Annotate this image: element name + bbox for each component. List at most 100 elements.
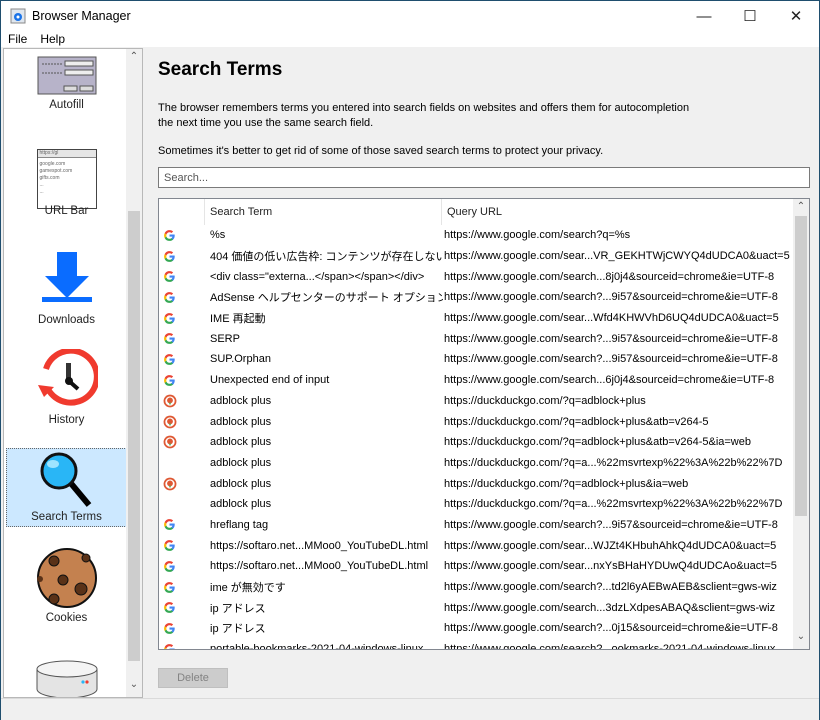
table-row[interactable]: hreflang tag https://www.google.com/searc… (159, 515, 793, 536)
google-icon (159, 374, 205, 387)
table-scrollbar[interactable]: ⌃ ⌄ (793, 199, 809, 649)
sidebar: Autofill https://gl google.com gamespot.… (3, 48, 143, 698)
cookie-icon (36, 548, 97, 608)
sidebar-label: URL Bar (44, 205, 89, 217)
sidebar-item-downloads[interactable]: Downloads (6, 247, 127, 329)
search-term-cell: ip アドレス (210, 602, 266, 615)
table-row[interactable]: adblock plus https://duckduckgo.com/?q=ad… (159, 473, 793, 494)
search-term-cell: https://softaro.net...MMoo0_YouTubeDL.ht… (210, 560, 429, 573)
query-url-cell: https://duckduckgo.com/?q=a...%22msvrtex… (444, 456, 783, 469)
table-row[interactable]: SERP https://www.google.com/search?...9i5… (159, 328, 793, 349)
table-row[interactable]: 404 価値の低い広告枠: コンテンツが存在しない https://www.goo… (159, 246, 793, 267)
scroll-down-icon[interactable]: ⌄ (126, 679, 142, 690)
title-bar: Browser Manager — ☐ ✕ (1, 1, 819, 31)
search-term-cell: portable-bookmarks-2021-04-windows-linux (210, 643, 424, 650)
search-term-cell: adblock plus (210, 394, 272, 407)
sidebar-label: Cookies (45, 612, 88, 624)
sidebar-item-autofill[interactable]: Autofill (6, 49, 127, 127)
close-button[interactable]: ✕ (773, 1, 819, 31)
table-row[interactable]: https://softaro.net...MMoo0_YouTubeDL.ht… (159, 556, 793, 577)
search-term-cell: <div class="externa...</span></span></di… (210, 270, 425, 283)
description-line-1: The browser remembers terms you entered … (158, 102, 690, 114)
search-term-cell: SUP.Orphan (210, 353, 271, 366)
column-header-query-url[interactable]: Query URL (442, 199, 793, 225)
table-row[interactable]: adblock plus https://duckduckgo.com/?q=a.… (159, 453, 793, 474)
table-row[interactable]: Unexpected end of input https://www.googl… (159, 370, 793, 391)
maximize-button[interactable]: ☐ (727, 1, 773, 31)
query-url-cell: https://www.google.com/search...3dzLXdpe… (444, 601, 776, 614)
google-icon (159, 250, 205, 263)
sidebar-scrollbar[interactable]: ⌃ ⌄ (126, 49, 142, 697)
table-row[interactable]: ip アドレス https://www.google.com/search...3… (159, 597, 793, 618)
search-term-cell: adblock plus (210, 477, 272, 490)
search-term-cell: 404 価値の低い広告枠: コンテンツが存在しない (210, 251, 443, 264)
google-icon (159, 518, 205, 531)
search-terms-table: Search Term Query URL %s https://www.goog… (158, 198, 810, 650)
magnifier-icon (40, 452, 91, 507)
sidebar-scroll-thumb[interactable] (128, 211, 140, 661)
menu-help[interactable]: Help (33, 31, 71, 47)
table-row[interactable]: adblock plus https://duckduckgo.com/?q=ad… (159, 411, 793, 432)
table-row[interactable]: portable-bookmarks-2021-04-windows-linux… (159, 639, 793, 650)
app-gear-icon (10, 8, 26, 24)
table-row[interactable]: adblock plus https://duckduckgo.com/?q=a.… (159, 494, 793, 515)
search-term-cell: hreflang tag (210, 518, 269, 531)
scroll-down-icon[interactable]: ⌄ (793, 631, 809, 642)
table-row[interactable]: ime が無効です https://www.google.com/search?.… (159, 577, 793, 598)
query-url-cell: https://www.google.com/sear...VR_GEKHTWj… (444, 250, 790, 263)
google-icon (159, 353, 205, 366)
query-url-cell: https://www.google.com/search...6j0j4&so… (444, 374, 775, 387)
sidebar-item-history[interactable]: History (6, 347, 127, 429)
sidebar-item-url-bar[interactable]: https://gl google.com gamespot.com gifts… (6, 145, 127, 231)
table-row[interactable]: <div class="externa...</span></span></di… (159, 266, 793, 287)
window-title: Browser Manager (32, 9, 131, 23)
google-icon (159, 560, 205, 573)
query-url-cell: https://duckduckgo.com/?q=adblock+plus (444, 394, 646, 407)
query-url-cell: https://duckduckgo.com/?q=adblock+plus&a… (444, 415, 709, 428)
google-icon (159, 291, 205, 304)
menu-file[interactable]: File (1, 31, 33, 47)
search-term-cell: IME 再起動 (210, 313, 266, 326)
search-term-cell: SERP (210, 332, 240, 345)
google-icon (159, 312, 205, 325)
search-term-cell: adblock plus (210, 498, 272, 511)
menu-bar: File Help (1, 31, 819, 47)
sidebar-item-cookies[interactable]: Cookies (6, 547, 127, 627)
table-row[interactable]: %s https://www.google.com/search?q=%s (159, 225, 793, 246)
sidebar-label: Autofill (49, 99, 84, 111)
delete-button[interactable]: Delete (158, 668, 228, 688)
scroll-up-icon[interactable]: ⌃ (793, 201, 809, 212)
table-row[interactable]: ip アドレス https://www.google.com/search?...… (159, 618, 793, 639)
sidebar-label: History (48, 414, 85, 426)
query-url-cell: https://www.google.com/sear...Wfd4KHWVhD… (444, 312, 779, 325)
table-body: %s https://www.google.com/search?q=%s 404 … (159, 225, 793, 650)
search-input[interactable] (158, 167, 810, 188)
scroll-up-icon[interactable]: ⌃ (126, 51, 142, 62)
sidebar-item-search-terms[interactable]: Search Terms (6, 448, 127, 527)
google-icon (159, 643, 205, 649)
table-scroll-thumb[interactable] (795, 216, 807, 516)
table-row[interactable]: IME 再起動 https://www.google.com/sear...Wfd… (159, 308, 793, 329)
table-row[interactable]: SUP.Orphan https://www.google.com/search?… (159, 349, 793, 370)
search-term-cell: adblock plus (210, 415, 272, 428)
search-term-cell: %s (210, 229, 226, 242)
autofill-form-icon (37, 56, 96, 95)
query-url-cell: https://www.google.com/search...8j0j4&so… (444, 270, 775, 283)
table-row[interactable]: adblock plus https://duckduckgo.com/?q=ad… (159, 432, 793, 453)
table-row[interactable]: https://softaro.net...MMoo0_YouTubeDL.ht… (159, 535, 793, 556)
google-icon (159, 270, 205, 283)
query-url-cell: https://www.google.com/sear...nxYsBHaHYD… (444, 560, 777, 573)
duckduckgo-icon (159, 394, 205, 408)
column-header-search-term[interactable]: Search Term (205, 199, 442, 225)
storage-drive-icon (36, 660, 97, 697)
minimize-button[interactable]: — (681, 1, 727, 31)
search-term-cell: ime が無効です (210, 582, 286, 595)
sidebar-item-storage[interactable] (6, 647, 127, 697)
query-url-cell: https://duckduckgo.com/?q=adblock+plus&i… (444, 477, 689, 490)
duckduckgo-icon (159, 477, 205, 491)
privacy-note: Sometimes it's better to get rid of some… (158, 145, 604, 157)
table-row[interactable]: adblock plus https://duckduckgo.com/?q=ad… (159, 391, 793, 412)
table-row[interactable]: AdSense ヘルプセンターのサポート オプション https://www.go… (159, 287, 793, 308)
search-term-cell: Unexpected end of input (210, 374, 330, 387)
column-header-icon[interactable] (159, 199, 205, 225)
